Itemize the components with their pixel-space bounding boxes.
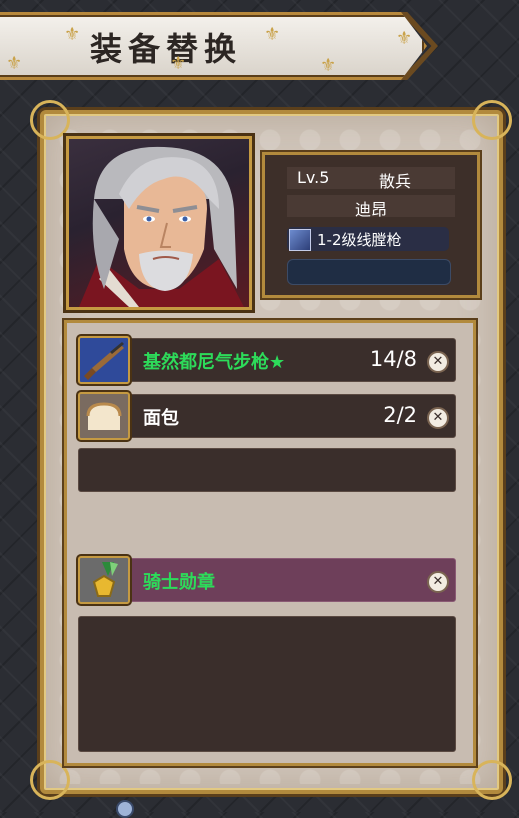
rifle-icon (289, 229, 311, 251)
item-name: 基然都尼气步枪★ (143, 352, 286, 373)
corner-ornament (30, 100, 70, 140)
character-info: Lv.5 散兵 迪昂 1-2级线膛枪 (262, 152, 480, 298)
rifle-icon (78, 336, 130, 384)
empty-equipment-slot[interactable] (287, 259, 451, 285)
inventory-item-medal[interactable]: 骑士勋章 ✕ (80, 558, 456, 602)
scroll-indicator-icon (116, 800, 134, 818)
remove-item-button[interactable]: ✕ (427, 571, 449, 593)
item-name: 面包 (143, 408, 179, 429)
empty-inventory-slot[interactable] (78, 448, 456, 492)
portrait-image (79, 146, 244, 307)
corner-ornament (30, 760, 70, 800)
fleur-icon: ⚜ (396, 28, 413, 49)
fleur-icon: ⚜ (170, 53, 187, 74)
character-name: 迪昂 (354, 200, 387, 219)
corner-ornament (472, 760, 512, 800)
page-title: 装备替换 (90, 30, 243, 68)
character-level: Lv.5 (297, 168, 330, 187)
fleur-icon: ⚜ (264, 24, 281, 45)
inventory-item-bread[interactable]: 面包 2/2 ✕ (80, 394, 456, 438)
equipped-weapon-name: 1-2级线膛枪 (317, 231, 402, 249)
fleur-icon: ⚜ (64, 24, 81, 45)
medal-icon (78, 556, 130, 604)
item-count: 14/8 (369, 347, 417, 371)
fleur-icon: ⚜ (320, 55, 337, 76)
inventory-item-rifle[interactable]: 基然都尼气步枪★ 14/8 ✕ (80, 338, 456, 382)
level-row: Lv.5 散兵 (287, 167, 455, 191)
empty-accessory-area (78, 616, 456, 752)
name-row: 迪昂 (287, 195, 455, 219)
item-count: 2/2 (383, 403, 417, 427)
equipped-weapon-slot[interactable]: 1-2级线膛枪 (287, 227, 449, 251)
item-name: 骑士勋章 (143, 572, 215, 593)
character-portrait[interactable] (66, 136, 252, 310)
bread-icon (78, 392, 130, 440)
remove-item-button[interactable]: ✕ (427, 351, 449, 373)
corner-ornament (472, 100, 512, 140)
fleur-icon: ⚜ (6, 53, 23, 74)
remove-item-button[interactable]: ✕ (427, 407, 449, 429)
character-class: 散兵 (379, 172, 412, 191)
